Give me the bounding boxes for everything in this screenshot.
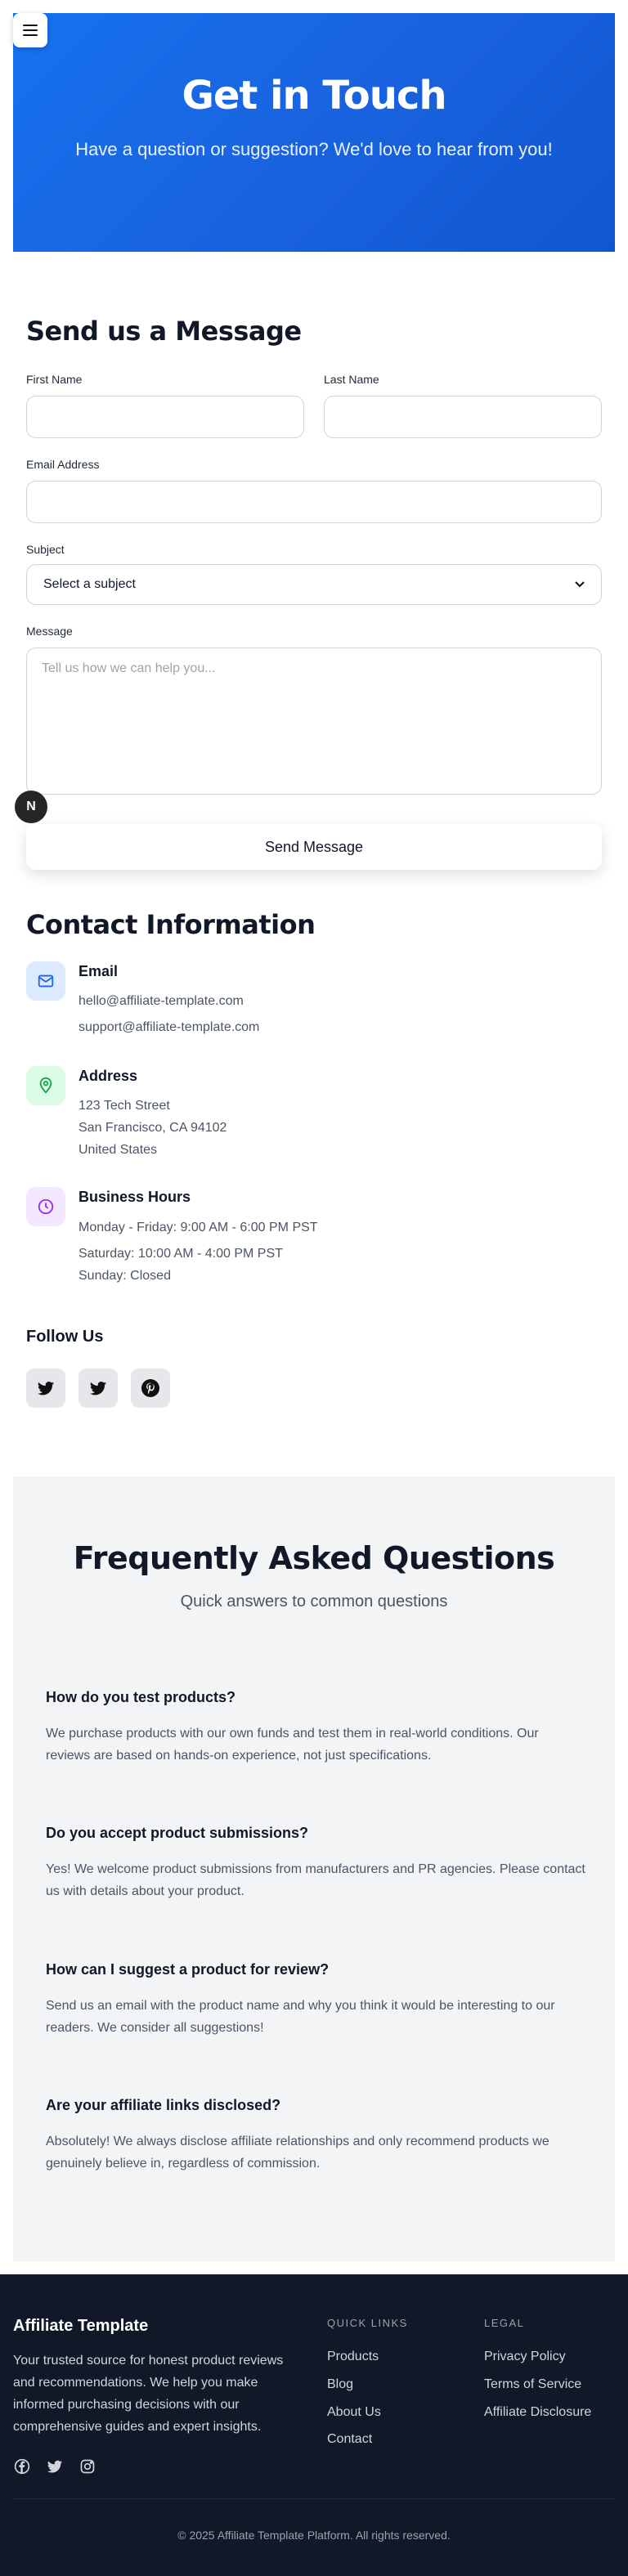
faq-title: Frequently Asked Questions [73, 1540, 555, 1576]
faq-item: Are your affiliate links disclosed? Abso… [46, 2097, 585, 2175]
message-label: Message [26, 625, 73, 638]
hours-icon-box [26, 1187, 65, 1226]
first-name-label: First Name [26, 373, 83, 386]
first-name-field[interactable] [26, 396, 304, 438]
site-footer: Affiliate Template Your trusted source f… [0, 2274, 628, 2576]
faq-answer: Absolutely! We always disclose affiliate… [46, 2135, 550, 2171]
faq-section: Frequently Asked Questions Quick answers… [13, 1476, 615, 2261]
faq-answer: Yes! We welcome product submissions from… [46, 1862, 585, 1898]
mail-icon [38, 974, 54, 988]
quick-links-heading: QUICK LINKS [327, 2317, 408, 2329]
hours-line: Sunday: Closed [78, 1269, 171, 1283]
twitter-icon [37, 1382, 55, 1396]
footer-link-blog[interactable]: Blog [327, 2377, 353, 2392]
map-pin-icon [39, 1077, 52, 1094]
footer-link-contact[interactable]: Contact [327, 2432, 372, 2447]
footer-divider [13, 2498, 615, 2499]
hero-title: Get in Touch [182, 73, 446, 119]
address-icon-box [26, 1066, 65, 1105]
legal-heading: LEGAL [484, 2317, 525, 2329]
faq-answer: Send us an email with the product name a… [46, 1999, 555, 2035]
footer-link-terms[interactable]: Terms of Service [484, 2377, 581, 2392]
instagram-link[interactable] [78, 2457, 96, 2475]
faq-item: How can I suggest a product for review? … [46, 1961, 585, 2039]
footer-link-privacy[interactable]: Privacy Policy [484, 2350, 566, 2364]
faq-question: How do you test products? [46, 1689, 236, 1705]
footer-link-affiliate-disclosure[interactable]: Affiliate Disclosure [484, 2405, 591, 2420]
hamburger-icon [23, 25, 38, 36]
faq-subtitle: Quick answers to common questions [180, 1593, 448, 1611]
email-line[interactable]: support@affiliate-template.com [78, 1020, 259, 1035]
faq-item: How do you test products? We purchase pr… [46, 1689, 585, 1767]
twitter-link[interactable] [46, 2457, 64, 2475]
last-name-label: Last Name [324, 373, 379, 386]
dev-badge[interactable]: N [15, 791, 47, 823]
chevron-down-icon [575, 581, 585, 588]
twitter-link[interactable] [78, 1369, 118, 1408]
footer-link-products[interactable]: Products [327, 2350, 379, 2364]
hero-subtitle: Have a question or suggestion? We'd love… [75, 139, 553, 159]
form-title: Send us a Message [26, 316, 302, 347]
faq-answer: We purchase products with our own funds … [46, 1727, 539, 1763]
email-line[interactable]: hello@affiliate-template.com [78, 994, 244, 1009]
faq-question: Are your affiliate links disclosed? [46, 2097, 281, 2113]
faq-question: How can I suggest a product for review? [46, 1961, 330, 1978]
send-message-button[interactable]: Send Message [26, 824, 602, 870]
twitter-icon [89, 1382, 107, 1396]
message-placeholder: Tell us how we can help you... [42, 661, 216, 675]
hours-heading: Business Hours [78, 1189, 191, 1205]
follow-us-title: Follow Us [26, 1328, 104, 1346]
address-line: United States [78, 1143, 158, 1157]
pinterest-link[interactable] [131, 1369, 170, 1408]
email-field[interactable] [26, 481, 602, 523]
email-heading: Email [78, 963, 119, 979]
subject-select[interactable]: Select a subject [26, 564, 602, 605]
footer-link-about[interactable]: About Us [327, 2405, 381, 2420]
subject-selected-value: Select a subject [43, 577, 136, 591]
pinterest-icon [141, 1379, 159, 1397]
subject-label: Subject [26, 543, 65, 556]
contact-info-title: Contact Information [26, 909, 316, 940]
menu-button[interactable] [13, 13, 47, 47]
message-textarea[interactable]: Tell us how we can help you... [26, 647, 602, 795]
footer-brand: Affiliate Template [13, 2317, 149, 2335]
twitter-icon [47, 2460, 63, 2473]
faq-item: Do you accept product submissions? Yes! … [46, 1825, 585, 1902]
faq-question: Do you accept product submissions? [46, 1825, 309, 1841]
last-name-field[interactable] [324, 396, 602, 438]
facebook-link[interactable] [13, 2457, 31, 2475]
footer-description: Your trusted source for honest product r… [13, 2354, 284, 2434]
email-label: Email Address [26, 458, 100, 471]
address-line: 123 Tech Street [78, 1099, 170, 1113]
address-line: San Francisco, CA 94102 [78, 1121, 227, 1135]
hero-banner: Get in Touch Have a question or suggesti… [13, 13, 615, 252]
facebook-icon [14, 2458, 30, 2475]
twitter-link[interactable] [26, 1369, 65, 1408]
hours-line: Monday - Friday: 9:00 AM - 6:00 PM PST [78, 1221, 318, 1234]
address-heading: Address [78, 1068, 138, 1084]
instagram-icon [80, 2459, 95, 2474]
email-icon-box [26, 961, 65, 1001]
hours-line: Saturday: 10:00 AM - 4:00 PM PST [78, 1247, 283, 1261]
copyright-text: © 2025 Affiliate Template Platform. All … [177, 2529, 451, 2542]
clock-icon [38, 1198, 54, 1215]
